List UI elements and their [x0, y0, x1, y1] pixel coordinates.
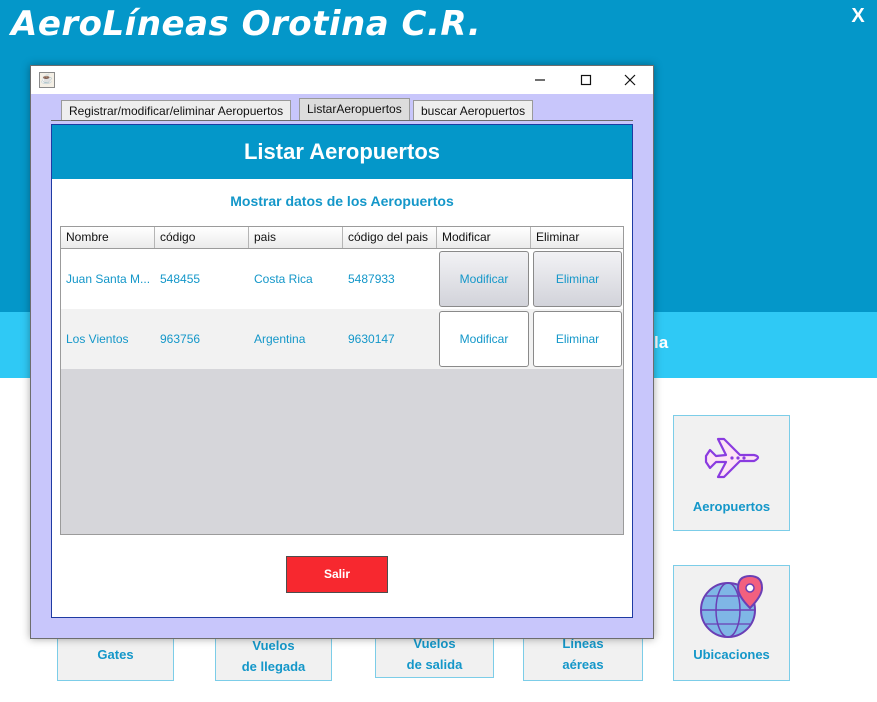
vuelos-llegada-label-2: de llegada	[241, 659, 306, 674]
tab-divider	[51, 120, 633, 121]
ubicaciones-label: Ubicaciones	[693, 647, 770, 662]
panel-subtitle: Mostrar datos de los Aeropuertos	[230, 193, 454, 209]
panel-title: Listar Aeropuertos	[52, 125, 632, 179]
listar-panel: Listar Aeropuertos Mostrar datos de los …	[51, 124, 633, 618]
cell-codigo-pais: 5487933	[348, 272, 395, 286]
tab-registrar[interactable]: Registrar/modificar/eliminar Aeropuertos	[61, 100, 292, 121]
app-close-button[interactable]: X	[848, 4, 868, 28]
tab-listar[interactable]: ListarAeropuertos	[299, 98, 410, 121]
minimize-button[interactable]	[517, 66, 563, 94]
column-header-eliminar[interactable]: Eliminar	[531, 227, 623, 248]
cell-pais: Costa Rica	[254, 272, 313, 286]
maximize-button[interactable]	[563, 66, 609, 94]
column-header-pais[interactable]: pais	[249, 227, 343, 248]
cell-pais: Argentina	[254, 332, 306, 346]
vuelos-salida-label-2: de salida	[406, 657, 463, 672]
airplane-icon	[704, 437, 760, 479]
dialog-close-button[interactable]	[607, 66, 653, 94]
eliminar-button[interactable]: Eliminar	[533, 311, 622, 367]
table-header: Nombre código pais código del pais Modif…	[61, 227, 623, 249]
column-header-codigo[interactable]: código	[155, 227, 249, 248]
column-header-codigo-pais[interactable]: código del pais	[343, 227, 437, 248]
globe-location-icon	[700, 574, 764, 638]
modificar-button[interactable]: Modificar	[439, 311, 529, 367]
table-row[interactable]: Juan Santa M... 548455 Costa Rica 548793…	[61, 249, 623, 309]
cell-codigo: 963756	[160, 332, 201, 346]
lineas-aereas-label-2: aéreas	[562, 657, 604, 672]
column-header-nombre[interactable]: Nombre	[61, 227, 155, 248]
dialog-titlebar: ☕	[31, 66, 653, 94]
cell-nombre: Juan Santa M...	[66, 272, 151, 286]
airports-table: Nombre código pais código del pais Modif…	[60, 226, 624, 535]
cell-nombre: Los Vientos	[66, 332, 129, 346]
java-app-icon: ☕	[39, 72, 55, 88]
maximize-icon	[580, 74, 592, 86]
band-text-fragment: la	[654, 333, 669, 352]
close-icon	[624, 74, 636, 86]
cell-codigo-pais: 9630147	[348, 332, 395, 346]
eliminar-button[interactable]: Eliminar	[533, 251, 622, 307]
tab-bar: Registrar/modificar/eliminar Aeropuertos…	[31, 94, 653, 122]
tab-buscar[interactable]: buscar Aeropuertos	[413, 100, 534, 121]
gates-label: Gates	[97, 647, 134, 662]
airports-dialog: ☕ Registrar/modificar/eliminar Aeropuert…	[30, 65, 654, 639]
cell-codigo: 548455	[160, 272, 201, 286]
salir-button[interactable]: Salir	[286, 556, 388, 593]
column-header-modificar[interactable]: Modificar	[437, 227, 531, 248]
aeropuertos-label: Aeropuertos	[692, 499, 771, 514]
aeropuertos-tile[interactable]: Aeropuertos	[673, 415, 790, 531]
minimize-icon	[535, 79, 545, 81]
table-row[interactable]: Los Vientos 963756 Argentina 9630147 Mod…	[61, 309, 623, 369]
app-title: AeroLíneas Orotina C.R.	[11, 4, 482, 44]
modificar-button[interactable]: Modificar	[439, 251, 529, 307]
ubicaciones-tile[interactable]: Ubicaciones	[673, 565, 790, 681]
